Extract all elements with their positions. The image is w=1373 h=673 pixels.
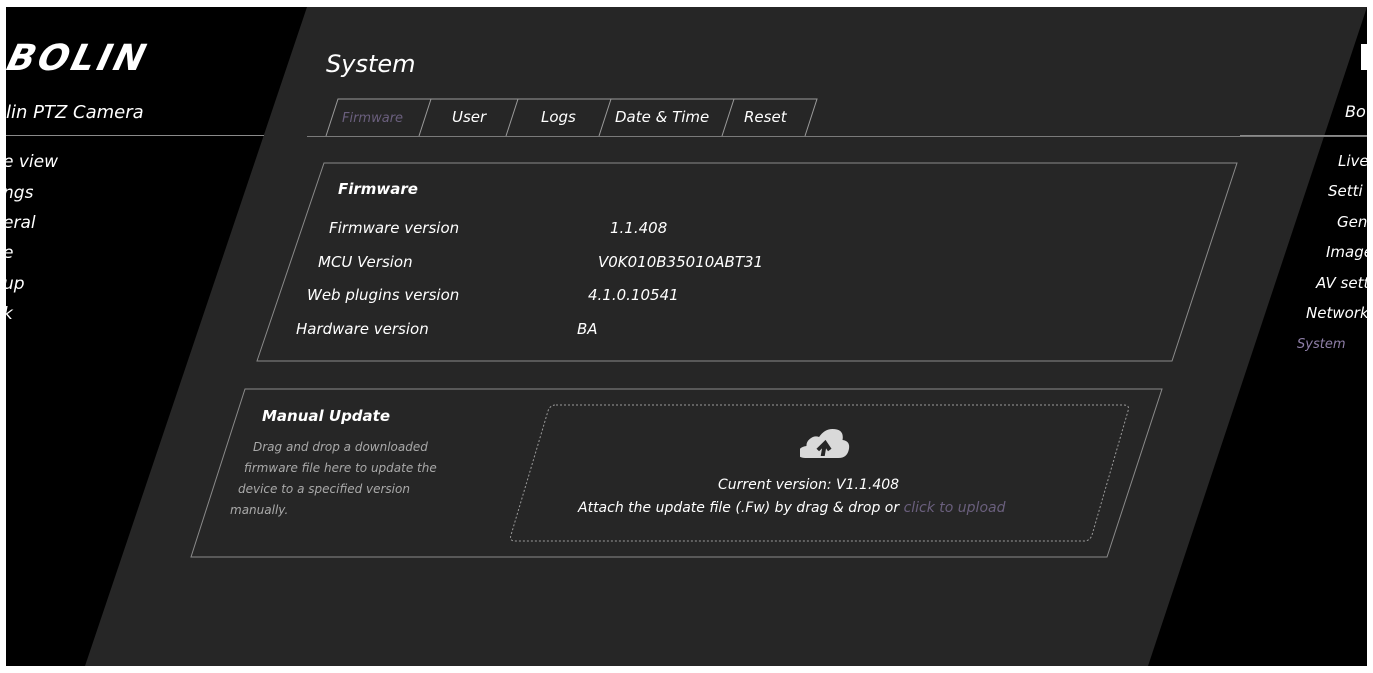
cloud-upload-icon [800,429,850,458]
manual-update-help-line-2: firmware file here to update the [244,461,437,475]
manual-update-help-line-3: device to a specified version [238,482,410,496]
screen-border-right [1367,0,1373,673]
mcu-version-value: V0K010B35010ABT31 [598,253,764,271]
hardware-version-label: Hardware version [296,320,429,338]
screen-border-left [0,0,6,673]
web-plugins-version-label: Web plugins version [307,286,460,304]
firmware-version-label: Firmware version [329,219,460,237]
screen-border-top [0,0,1373,7]
manual-update-title: Manual Update [262,407,391,425]
page: BOLIN lin PTZ Camera e view ngs eral e u… [0,0,1373,673]
web-plugins-version-value: 4.1.0.10541 [588,286,679,304]
current-version-text: Current version: V1.1.408 [718,477,900,493]
attach-update-text: Attach the update file (.Fw) by drag & d… [578,500,1005,516]
attach-update-instruction: Attach the update file (.Fw) by drag & d… [578,500,900,516]
manual-update-help-line-1: Drag and drop a downloaded [253,440,428,454]
screen-border-bottom [0,666,1373,673]
firmware-version-value: 1.1.408 [610,219,668,237]
firmware-section-title: Firmware [338,180,418,198]
mcu-version-label: MCU Version [318,253,413,271]
click-to-upload-link[interactable]: click to upload [904,500,1006,516]
section-frames [190,162,1238,558]
hardware-version-value: BA [577,320,598,338]
manual-update-help-line-4: manually. [230,503,289,517]
